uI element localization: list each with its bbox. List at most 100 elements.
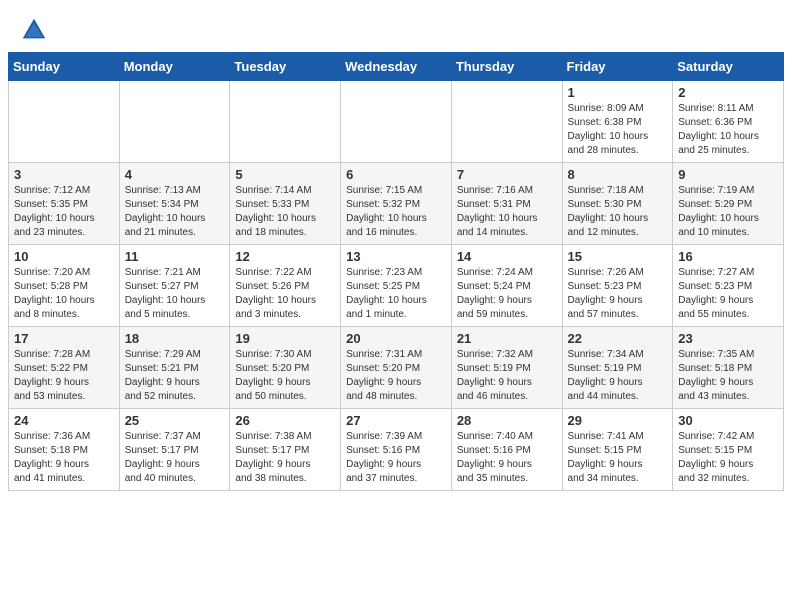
day-cell: 5 Sunrise: 7:14 AM Sunset: 5:33 PM Daylig… (230, 163, 341, 245)
day-cell: 12 Sunrise: 7:22 AM Sunset: 5:26 PM Dayli… (230, 245, 341, 327)
day-info: Sunrise: 7:26 AM Sunset: 5:23 PM Dayligh… (568, 266, 668, 322)
day-cell (230, 81, 341, 163)
day-cell: 4 Sunrise: 7:13 AM Sunset: 5:34 PM Daylig… (119, 163, 230, 245)
day-number: 29 (568, 413, 668, 428)
day-info: Sunrise: 7:42 AM Sunset: 5:15 PM Dayligh… (678, 430, 778, 486)
day-info: Sunrise: 7:19 AM Sunset: 5:29 PM Dayligh… (678, 184, 778, 240)
week-row-4: 17 Sunrise: 7:28 AM Sunset: 5:22 PM Dayli… (9, 327, 784, 409)
day-cell (119, 81, 230, 163)
logo-icon (20, 16, 48, 44)
day-number: 20 (346, 331, 446, 346)
day-info: Sunrise: 7:16 AM Sunset: 5:31 PM Dayligh… (457, 184, 557, 240)
day-number: 30 (678, 413, 778, 428)
day-cell: 18Sunrise: 7:29 AM Sunset: 5:21 PM Dayli… (119, 327, 230, 409)
day-number: 17 (14, 331, 114, 346)
day-info: Sunrise: 7:32 AM Sunset: 5:19 PM Dayligh… (457, 348, 557, 404)
day-cell: 22 Sunrise: 7:34 AM Sunset: 5:19 PM Dayli… (562, 327, 673, 409)
day-info: Sunrise: 7:12 AM Sunset: 5:35 PM Dayligh… (14, 184, 114, 240)
day-info: Sunrise: 7:37 AM Sunset: 5:17 PM Dayligh… (125, 430, 225, 486)
day-number: 23 (678, 331, 778, 346)
week-row-1: 1 Sunrise: 8:09 AM Sunset: 6:38 PM Daylig… (9, 81, 784, 163)
day-number: 21 (457, 331, 557, 346)
day-number: 5 (235, 167, 335, 182)
day-info: Sunrise: 7:23 AM Sunset: 5:25 PM Dayligh… (346, 266, 446, 322)
day-cell: 27 Sunrise: 7:39 AM Sunset: 5:16 PM Dayli… (341, 409, 452, 491)
day-number: 11 (125, 249, 225, 264)
col-header-sunday: Sunday (9, 53, 120, 81)
day-info: Sunrise: 7:34 AM Sunset: 5:19 PM Dayligh… (568, 348, 668, 404)
calendar-body: 1 Sunrise: 8:09 AM Sunset: 6:38 PM Daylig… (9, 81, 784, 491)
day-number: 27 (346, 413, 446, 428)
day-number: 22 (568, 331, 668, 346)
day-number: 9 (678, 167, 778, 182)
day-info: Sunrise: 7:27 AM Sunset: 5:23 PM Dayligh… (678, 266, 778, 322)
day-info: Sunrise: 7:31 AM Sunset: 5:20 PM Dayligh… (346, 348, 446, 404)
day-cell: 21 Sunrise: 7:32 AM Sunset: 5:19 PM Dayli… (451, 327, 562, 409)
day-number: 10 (14, 249, 114, 264)
day-info: Sunrise: 7:38 AM Sunset: 5:17 PM Dayligh… (235, 430, 335, 486)
day-number: 19 (235, 331, 335, 346)
day-info: Sunrise: 7:41 AM Sunset: 5:15 PM Dayligh… (568, 430, 668, 486)
day-cell: 2 Sunrise: 8:11 AM Sunset: 6:36 PM Daylig… (673, 81, 784, 163)
day-cell (341, 81, 452, 163)
day-number: 6 (346, 167, 446, 182)
day-number: 4 (125, 167, 225, 182)
day-number: 28 (457, 413, 557, 428)
day-cell (451, 81, 562, 163)
day-number: 7 (457, 167, 557, 182)
day-cell: 24 Sunrise: 7:36 AM Sunset: 5:18 PM Dayli… (9, 409, 120, 491)
day-cell: 14Sunrise: 7:24 AM Sunset: 5:24 PM Dayli… (451, 245, 562, 327)
day-cell: 9 Sunrise: 7:19 AM Sunset: 5:29 PM Daylig… (673, 163, 784, 245)
day-cell: 13 Sunrise: 7:23 AM Sunset: 5:25 PM Dayli… (341, 245, 452, 327)
day-info: Sunrise: 7:36 AM Sunset: 5:18 PM Dayligh… (14, 430, 114, 486)
day-cell: 26 Sunrise: 7:38 AM Sunset: 5:17 PM Dayli… (230, 409, 341, 491)
day-info: Sunrise: 7:39 AM Sunset: 5:16 PM Dayligh… (346, 430, 446, 486)
day-info: Sunrise: 7:35 AM Sunset: 5:18 PM Dayligh… (678, 348, 778, 404)
day-cell: 10 Sunrise: 7:20 AM Sunset: 5:28 PM Dayli… (9, 245, 120, 327)
col-header-saturday: Saturday (673, 53, 784, 81)
day-cell: 16 Sunrise: 7:27 AM Sunset: 5:23 PM Dayli… (673, 245, 784, 327)
day-info: Sunrise: 7:40 AM Sunset: 5:16 PM Dayligh… (457, 430, 557, 486)
day-number: 26 (235, 413, 335, 428)
day-cell: 1 Sunrise: 8:09 AM Sunset: 6:38 PM Daylig… (562, 81, 673, 163)
day-number: 13 (346, 249, 446, 264)
day-info: Sunrise: 7:15 AM Sunset: 5:32 PM Dayligh… (346, 184, 446, 240)
day-number: 18 (125, 331, 225, 346)
day-cell: 29 Sunrise: 7:41 AM Sunset: 5:15 PM Dayli… (562, 409, 673, 491)
col-header-monday: Monday (119, 53, 230, 81)
day-number: 16 (678, 249, 778, 264)
calendar-header: SundayMondayTuesdayWednesdayThursdayFrid… (9, 53, 784, 81)
day-info: Sunrise: 7:13 AM Sunset: 5:34 PM Dayligh… (125, 184, 225, 240)
day-number: 24 (14, 413, 114, 428)
calendar-table: SundayMondayTuesdayWednesdayThursdayFrid… (8, 52, 784, 491)
day-info: Sunrise: 7:28 AM Sunset: 5:22 PM Dayligh… (14, 348, 114, 404)
week-row-3: 10 Sunrise: 7:20 AM Sunset: 5:28 PM Dayli… (9, 245, 784, 327)
day-info: Sunrise: 7:14 AM Sunset: 5:33 PM Dayligh… (235, 184, 335, 240)
day-cell: 28 Sunrise: 7:40 AM Sunset: 5:16 PM Dayli… (451, 409, 562, 491)
day-cell: 8 Sunrise: 7:18 AM Sunset: 5:30 PM Daylig… (562, 163, 673, 245)
day-info: Sunrise: 7:20 AM Sunset: 5:28 PM Dayligh… (14, 266, 114, 322)
day-cell: 3Sunrise: 7:12 AM Sunset: 5:35 PM Daylig… (9, 163, 120, 245)
day-number: 2 (678, 85, 778, 100)
week-row-2: 3Sunrise: 7:12 AM Sunset: 5:35 PM Daylig… (9, 163, 784, 245)
day-number: 1 (568, 85, 668, 100)
col-header-thursday: Thursday (451, 53, 562, 81)
day-number: 8 (568, 167, 668, 182)
day-number: 15 (568, 249, 668, 264)
day-cell: 20 Sunrise: 7:31 AM Sunset: 5:20 PM Dayli… (341, 327, 452, 409)
header-row: SundayMondayTuesdayWednesdayThursdayFrid… (9, 53, 784, 81)
col-header-friday: Friday (562, 53, 673, 81)
col-header-tuesday: Tuesday (230, 53, 341, 81)
day-info: Sunrise: 7:22 AM Sunset: 5:26 PM Dayligh… (235, 266, 335, 322)
day-cell: 6 Sunrise: 7:15 AM Sunset: 5:32 PM Daylig… (341, 163, 452, 245)
day-info: Sunrise: 8:09 AM Sunset: 6:38 PM Dayligh… (568, 102, 668, 158)
day-number: 12 (235, 249, 335, 264)
day-info: Sunrise: 7:21 AM Sunset: 5:27 PM Dayligh… (125, 266, 225, 322)
day-number: 14 (457, 249, 557, 264)
day-cell: 30 Sunrise: 7:42 AM Sunset: 5:15 PM Dayli… (673, 409, 784, 491)
day-cell (9, 81, 120, 163)
day-info: Sunrise: 8:11 AM Sunset: 6:36 PM Dayligh… (678, 102, 778, 158)
day-cell: 23 Sunrise: 7:35 AM Sunset: 5:18 PM Dayli… (673, 327, 784, 409)
logo (20, 16, 52, 44)
day-info: Sunrise: 7:18 AM Sunset: 5:30 PM Dayligh… (568, 184, 668, 240)
